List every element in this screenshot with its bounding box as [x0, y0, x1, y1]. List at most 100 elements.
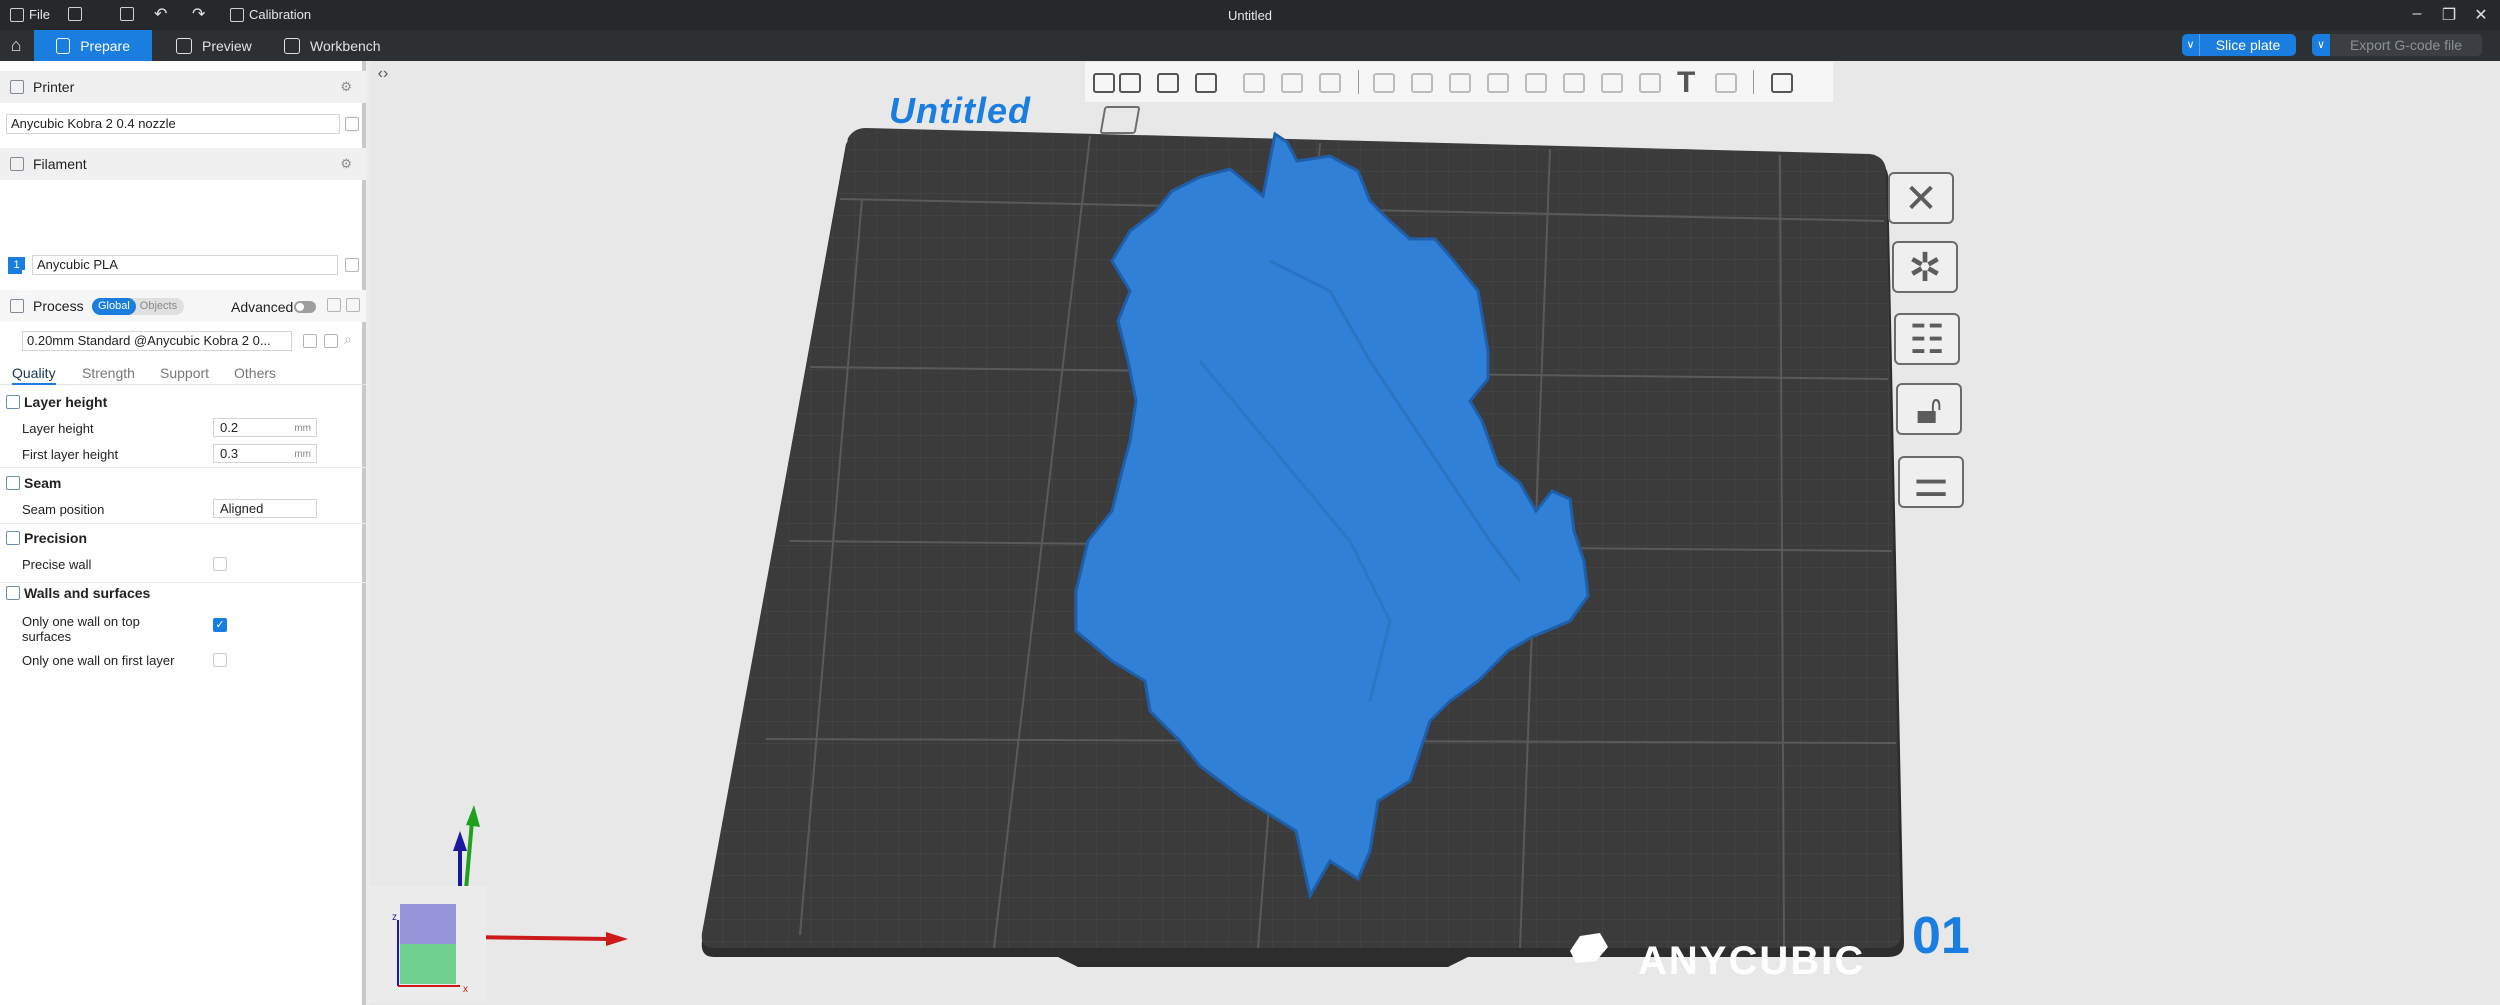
add-object-icon[interactable] — [1093, 73, 1115, 93]
one-wall-top-label-line2: surfaces — [22, 629, 72, 644]
move-icon — [1373, 73, 1395, 93]
process-icon — [10, 299, 24, 313]
chevron-down-icon[interactable]: ∨ — [2182, 34, 2200, 56]
process-scope-toggle[interactable]: Global Objects — [92, 298, 184, 315]
slice-plate-button[interactable]: ∨ Slice plate — [2182, 34, 2296, 56]
subtab-support[interactable]: Support — [160, 365, 209, 381]
subtab-quality[interactable]: Quality — [12, 365, 56, 385]
precision-icon — [6, 531, 20, 545]
slice-plate-label: Slice plate — [2215, 37, 2281, 53]
support-paint-icon — [1601, 73, 1623, 93]
walls-icon — [6, 586, 20, 600]
title-bar: File ↶ ↷ Calibration Untitled – ❐ ✕ — [0, 0, 2500, 30]
close-window-icon[interactable]: ✕ — [2466, 5, 2496, 25]
z-axis-head — [453, 831, 467, 851]
seam-position-select[interactable]: Aligned — [213, 499, 317, 518]
advanced-toggle[interactable] — [294, 301, 316, 313]
home-icon[interactable]: ⌂ — [6, 36, 26, 55]
tab-prepare[interactable]: Prepare — [34, 30, 152, 61]
precision-group-label: Precision — [24, 530, 88, 546]
view-cube-front-face[interactable] — [400, 944, 456, 984]
edit-plate-name-icon[interactable] — [1099, 106, 1141, 134]
svg-text:x: x — [463, 984, 468, 995]
export-gcode-button[interactable]: ∨ Export G-code file — [2312, 34, 2482, 56]
cut-icon — [1525, 73, 1547, 93]
rotate-icon — [1411, 73, 1433, 93]
objects-option[interactable]: Objects — [136, 298, 181, 315]
chevron-down-icon[interactable]: ∨ — [2312, 34, 2330, 56]
global-option[interactable]: Global — [92, 298, 136, 315]
toolbar-separator — [1753, 70, 1754, 94]
filament-section-label: Filament — [33, 156, 87, 172]
filament-icon — [10, 157, 24, 171]
x-axis-head — [606, 932, 628, 946]
seam-position-value: Aligned — [220, 501, 264, 516]
y-axis-head — [466, 805, 480, 827]
plate-settings-icon[interactable]: ☷ — [1894, 313, 1960, 365]
text-tool-icon[interactable]: T — [1677, 66, 1695, 100]
lay-on-face-icon — [1487, 73, 1509, 93]
view-cube[interactable]: x z — [370, 886, 486, 1002]
precise-wall-checkbox[interactable] — [213, 557, 227, 571]
3d-viewport[interactable]: ANYCUBIC ‹› T Untitled 01 ✕ ✲ ☷ 🔓︎ ⚌ — [370, 61, 2500, 1005]
edit-filament-icon[interactable] — [345, 258, 359, 272]
printer-section-header[interactable]: Printer ⚙ — [0, 71, 366, 103]
compare-presets-icon[interactable] — [327, 298, 341, 312]
window-title: Untitled — [1227, 8, 1273, 23]
search-icon[interactable]: ⌕ — [344, 331, 352, 348]
tab-workbench[interactable]: Workbench — [262, 30, 403, 61]
layer-height-group-label: Layer height — [24, 394, 108, 410]
delete-preset-icon[interactable] — [324, 334, 338, 348]
assembly-view-icon[interactable] — [1771, 73, 1793, 93]
filament-select[interactable]: Anycubic PLA — [32, 255, 338, 275]
printer-section-label: Printer — [33, 79, 75, 95]
walls-group-label: Walls and surfaces — [24, 585, 151, 601]
add-plate-icon[interactable] — [1119, 73, 1141, 93]
printer-icon — [10, 80, 24, 94]
process-preset-select[interactable]: 0.20mm Standard @Anycubic Kobra 2 0... — [22, 331, 292, 351]
layer-height-input[interactable]: 0.2 mm — [213, 418, 317, 437]
seam-paint-icon — [1639, 73, 1661, 93]
filament-section-header[interactable]: Filament ⚙ — [0, 148, 366, 180]
printer-select-value: Anycubic Kobra 2 0.4 nozzle — [11, 116, 176, 131]
view-cube-top-face[interactable] — [400, 904, 456, 944]
divider — [0, 523, 366, 524]
tab-preview[interactable]: Preview — [154, 30, 274, 61]
printer-select[interactable]: Anycubic Kobra 2 0.4 nozzle — [6, 114, 340, 134]
subtab-others[interactable]: Others — [234, 365, 276, 381]
plate-name: Untitled — [889, 90, 1031, 131]
bed-brand-text: ANYCUBIC — [1638, 939, 1865, 983]
auto-orient-icon[interactable] — [1157, 73, 1179, 93]
layer-height-icon — [6, 395, 20, 409]
restore-icon[interactable]: ❐ — [2434, 5, 2464, 25]
prepare-icon — [56, 37, 71, 54]
process-subtabs: Quality Strength Support Others — [0, 361, 366, 385]
subtab-strength[interactable]: Strength — [82, 365, 135, 381]
divider — [0, 467, 366, 468]
split-parts-icon — [1281, 73, 1303, 93]
split-objects-icon — [1243, 73, 1265, 93]
layers-icon — [1319, 73, 1341, 93]
one-wall-top-label-line1: Only one wall on top — [22, 614, 140, 629]
save-preset-icon[interactable] — [303, 334, 317, 348]
one-wall-top-checkbox[interactable]: ✓ — [213, 618, 227, 632]
auto-arrange-plate-icon[interactable]: ✲ — [1892, 241, 1958, 293]
first-layer-height-unit: mm — [294, 449, 311, 460]
remove-plate-icon[interactable]: ✕ — [1888, 172, 1954, 224]
one-wall-first-checkbox[interactable] — [213, 653, 227, 667]
arrange-icon[interactable] — [1195, 73, 1217, 93]
process-settings-icon[interactable] — [346, 298, 360, 312]
minimize-icon[interactable]: – — [2402, 5, 2432, 23]
preview-icon — [176, 37, 192, 54]
seam-position-label: Seam position — [22, 502, 105, 517]
first-layer-height-input[interactable]: 0.3 mm — [213, 444, 317, 463]
filament-select-value: Anycubic PLA — [37, 257, 118, 272]
printer-settings-icon[interactable]: ⚙ — [340, 79, 352, 95]
collapse-sidebar-icon[interactable]: ‹› — [372, 63, 394, 85]
plate-parameters-icon[interactable]: ⚌ — [1898, 456, 1964, 508]
tab-preview-label: Preview — [202, 37, 252, 54]
filament-settings-icon[interactable]: ⚙ — [340, 156, 352, 172]
lock-plate-icon[interactable]: 🔓︎ — [1896, 383, 1962, 435]
edit-printer-icon[interactable] — [345, 117, 359, 131]
build-plate-scene[interactable]: ANYCUBIC — [370, 61, 2500, 1005]
